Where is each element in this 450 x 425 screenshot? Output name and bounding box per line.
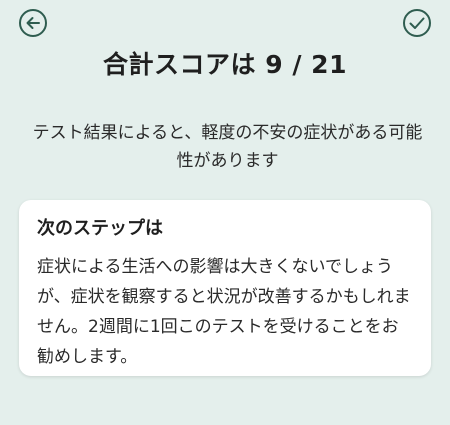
done-button[interactable] <box>402 8 432 38</box>
next-steps-title: 次のステップは <box>37 218 163 239</box>
check-circle-icon <box>402 8 432 38</box>
next-steps-card: 次のステップは 症状による生活への影響は大きくないでしょうが、症状を観察すると状… <box>19 200 431 376</box>
arrow-left-circle-icon <box>18 8 48 38</box>
back-button[interactable] <box>18 8 48 38</box>
next-steps-body: 症状による生活への影響は大きくないでしょうが、症状を観察すると状況が改善するかも… <box>37 257 411 367</box>
result-message: テスト結果によると、軽度の不安の症状がある可能性があります <box>32 123 423 171</box>
score-title: 合計スコアは 9 / 21 <box>103 50 347 79</box>
